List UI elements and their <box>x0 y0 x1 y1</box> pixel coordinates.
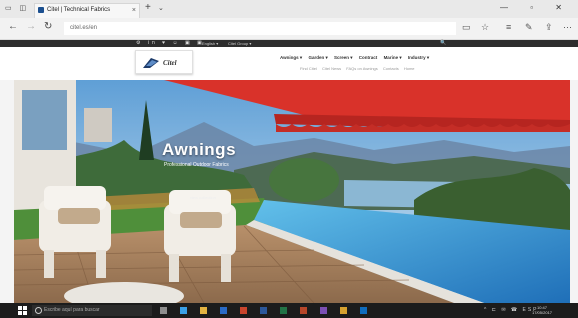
windows-start-icon[interactable] <box>18 306 27 315</box>
sub-nav-contacts[interactable]: Contacts <box>383 66 399 71</box>
sub-nav: Find Citel Citel News FAQs on Awnings Co… <box>300 66 419 71</box>
site-search-icon[interactable]: 🔍 <box>440 40 446 47</box>
logo-mark-icon <box>143 58 159 68</box>
nav-item-industry[interactable]: Industry ▾ <box>408 55 429 60</box>
hero-banner[interactable]: Awnings Professional Outdoor Fabrics vie… <box>14 80 570 303</box>
logo[interactable]: Citel <box>135 50 193 74</box>
main-nav: Awnings ▾ Garden ▾ Screen ▾ Contract Mar… <box>280 55 434 61</box>
back-icon[interactable]: ← <box>8 21 18 32</box>
url-field[interactable]: citel.es/en <box>64 22 456 35</box>
sub-nav-news[interactable]: Citel News <box>322 66 341 71</box>
nav-item-screen[interactable]: Screen ▾ <box>334 55 353 60</box>
refresh-icon[interactable]: ↻ <box>44 21 52 32</box>
favicon-icon <box>38 7 44 13</box>
word-icon[interactable] <box>260 307 267 314</box>
favorite-star-icon[interactable]: ☆ <box>481 22 489 33</box>
taskbar: Escribe aquí para buscar ^ ⊏ ✉ ☎ ESP 10:… <box>0 303 578 318</box>
nav-item-marine[interactable]: Marine ▾ <box>384 55 402 60</box>
language-select[interactable]: English ▾ <box>202 40 218 47</box>
excel-icon[interactable] <box>280 307 287 314</box>
store-icon[interactable] <box>220 307 227 314</box>
social-icons[interactable]: ⚙ in ♥ ☺ ▣ ▣ <box>136 40 205 47</box>
hub-icon[interactable]: ≡ <box>506 22 511 32</box>
clock[interactable]: 10:47 17/05/2017 <box>532 305 552 315</box>
share-icon[interactable]: ⇪ <box>545 22 553 33</box>
window-controls[interactable]: — ▫ ✕ <box>500 3 572 12</box>
tab-close-icon[interactable]: × <box>132 4 136 17</box>
sub-nav-find-citel[interactable]: Find Citel <box>300 66 317 71</box>
new-tab-button[interactable]: + <box>145 2 151 13</box>
address-bar: ← → ↻ citel.es/en ▭ ☆ ≡ ✎ ⇪ ⋯ <box>0 18 578 40</box>
file-explorer-icon[interactable] <box>200 307 207 314</box>
sub-nav-faqs[interactable]: FAQs on Awnings <box>346 66 378 71</box>
group-select[interactable]: Citel Group ▾ <box>228 40 251 47</box>
browser-tab-bar: ▭ ◫ Citel | Technical Fabrics × + ⌄ — ▫ … <box>0 0 578 18</box>
tab-actions-icons[interactable]: ▭ ◫ <box>5 4 29 12</box>
site-top-bar: ⚙ in ♥ ☺ ▣ ▣ English ▾ Citel Group ▾ 🔍 <box>0 40 578 47</box>
nav-item-garden[interactable]: Garden ▾ <box>308 55 327 60</box>
site-header: Citel Awnings ▾ Garden ▾ Screen ▾ Contra… <box>0 47 578 80</box>
tab-title: Citel | Technical Fabrics <box>47 7 111 13</box>
hero-link[interactable]: view collection <box>190 195 216 200</box>
hero-subtitle: Professional Outdoor Fabrics <box>164 162 229 168</box>
nav-item-contract[interactable]: Contract <box>359 55 378 60</box>
hero-title: Awnings <box>162 140 237 159</box>
powerpoint-icon[interactable] <box>300 307 307 314</box>
logo-text: Citel <box>163 59 177 67</box>
sub-nav-home[interactable]: Home <box>404 66 415 71</box>
system-tray[interactable]: ^ ⊏ ✉ ☎ ESP <box>484 307 539 313</box>
screen: ▭ ◫ Citel | Technical Fabrics × + ⌄ — ▫ … <box>0 0 578 318</box>
onenote-icon[interactable] <box>320 307 327 314</box>
clock-date: 17/05/2017 <box>532 310 553 315</box>
page-margin-right <box>570 80 578 303</box>
page-margin-left <box>0 80 14 303</box>
edge-icon[interactable] <box>180 307 187 314</box>
hero-image <box>14 80 570 303</box>
taskbar-search-field[interactable]: Escribe aquí para buscar <box>32 305 152 316</box>
taskbar-search-placeholder: Escribe aquí para buscar <box>44 307 100 313</box>
tab-menu-icon[interactable]: ⌄ <box>158 4 164 12</box>
browser-tab[interactable]: Citel | Technical Fabrics × <box>34 3 140 18</box>
outlook-icon[interactable] <box>360 307 367 314</box>
cortana-icon <box>35 307 42 314</box>
app-icon[interactable] <box>340 307 347 314</box>
office-icon[interactable] <box>240 307 247 314</box>
reading-view-icon[interactable]: ▭ <box>462 22 471 33</box>
task-view-icon[interactable] <box>160 307 167 314</box>
forward-icon[interactable]: → <box>26 21 36 32</box>
notes-icon[interactable]: ✎ <box>525 22 533 33</box>
more-icon[interactable]: ⋯ <box>563 22 572 33</box>
nav-item-awnings[interactable]: Awnings ▾ <box>280 55 302 60</box>
